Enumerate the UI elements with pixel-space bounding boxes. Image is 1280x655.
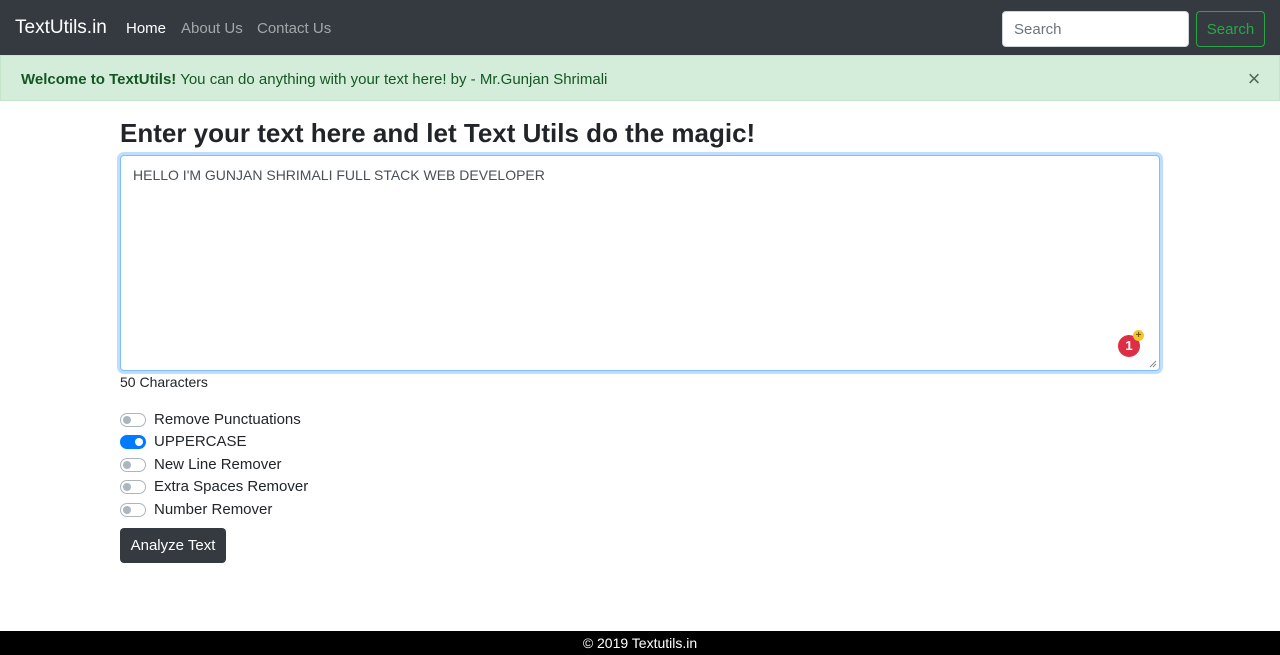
nav-link-home[interactable]: Home [126, 20, 166, 37]
brand-logo[interactable]: TextUtils.in [15, 17, 107, 39]
toggle-switch[interactable] [120, 503, 146, 517]
option-extra-spaces-remover[interactable]: Extra Spaces Remover [120, 476, 420, 496]
option-label: Number Remover [154, 501, 273, 518]
option-label: Extra Spaces Remover [154, 478, 309, 495]
plus-icon: + [1133, 330, 1144, 341]
page-heading: Enter your text here and let Text Utils … [120, 118, 756, 148]
toggle-switch[interactable] [120, 413, 146, 427]
search-input[interactable] [1002, 11, 1189, 47]
welcome-alert: Welcome to TextUtils! You can do anythin… [0, 55, 1280, 101]
toggle-switch[interactable] [120, 480, 146, 494]
option-label: UPPERCASE [154, 433, 247, 450]
alert-text: Welcome to TextUtils! You can do anythin… [21, 71, 607, 88]
option-uppercase[interactable]: UPPERCASE [120, 431, 420, 451]
analyze-text-button[interactable]: Analyze Text [120, 528, 226, 563]
alert-strong: Welcome to TextUtils! [21, 71, 177, 88]
search-button[interactable]: Search [1196, 11, 1265, 47]
textarea-value: HELLO I'M GUNJAN SHRIMALI FULL STACK WEB… [133, 167, 545, 183]
toggle-switch[interactable] [120, 435, 146, 449]
footer: © 2019 Textutils.in [0, 631, 1280, 655]
option-number-remover[interactable]: Number Remover [120, 499, 420, 519]
resize-handle-icon[interactable] [1147, 358, 1157, 368]
navbar: TextUtils.in Home About Us Contact Us Se… [0, 0, 1280, 55]
text-input-area[interactable]: HELLO I'M GUNJAN SHRIMALI FULL STACK WEB… [120, 155, 1160, 371]
nav-link-about[interactable]: About Us [181, 20, 243, 37]
option-new-line-remover[interactable]: New Line Remover [120, 454, 420, 474]
alert-message: You can do anything with your text here!… [176, 71, 608, 88]
option-label: New Line Remover [154, 456, 282, 473]
toggle-switch[interactable] [120, 458, 146, 472]
option-remove-punctuations[interactable]: Remove Punctuations [120, 409, 420, 429]
nav-link-contact[interactable]: Contact Us [257, 20, 331, 37]
close-icon[interactable]: × [1244, 66, 1264, 92]
option-label: Remove Punctuations [154, 411, 301, 428]
character-count: 50 Characters [120, 374, 208, 390]
